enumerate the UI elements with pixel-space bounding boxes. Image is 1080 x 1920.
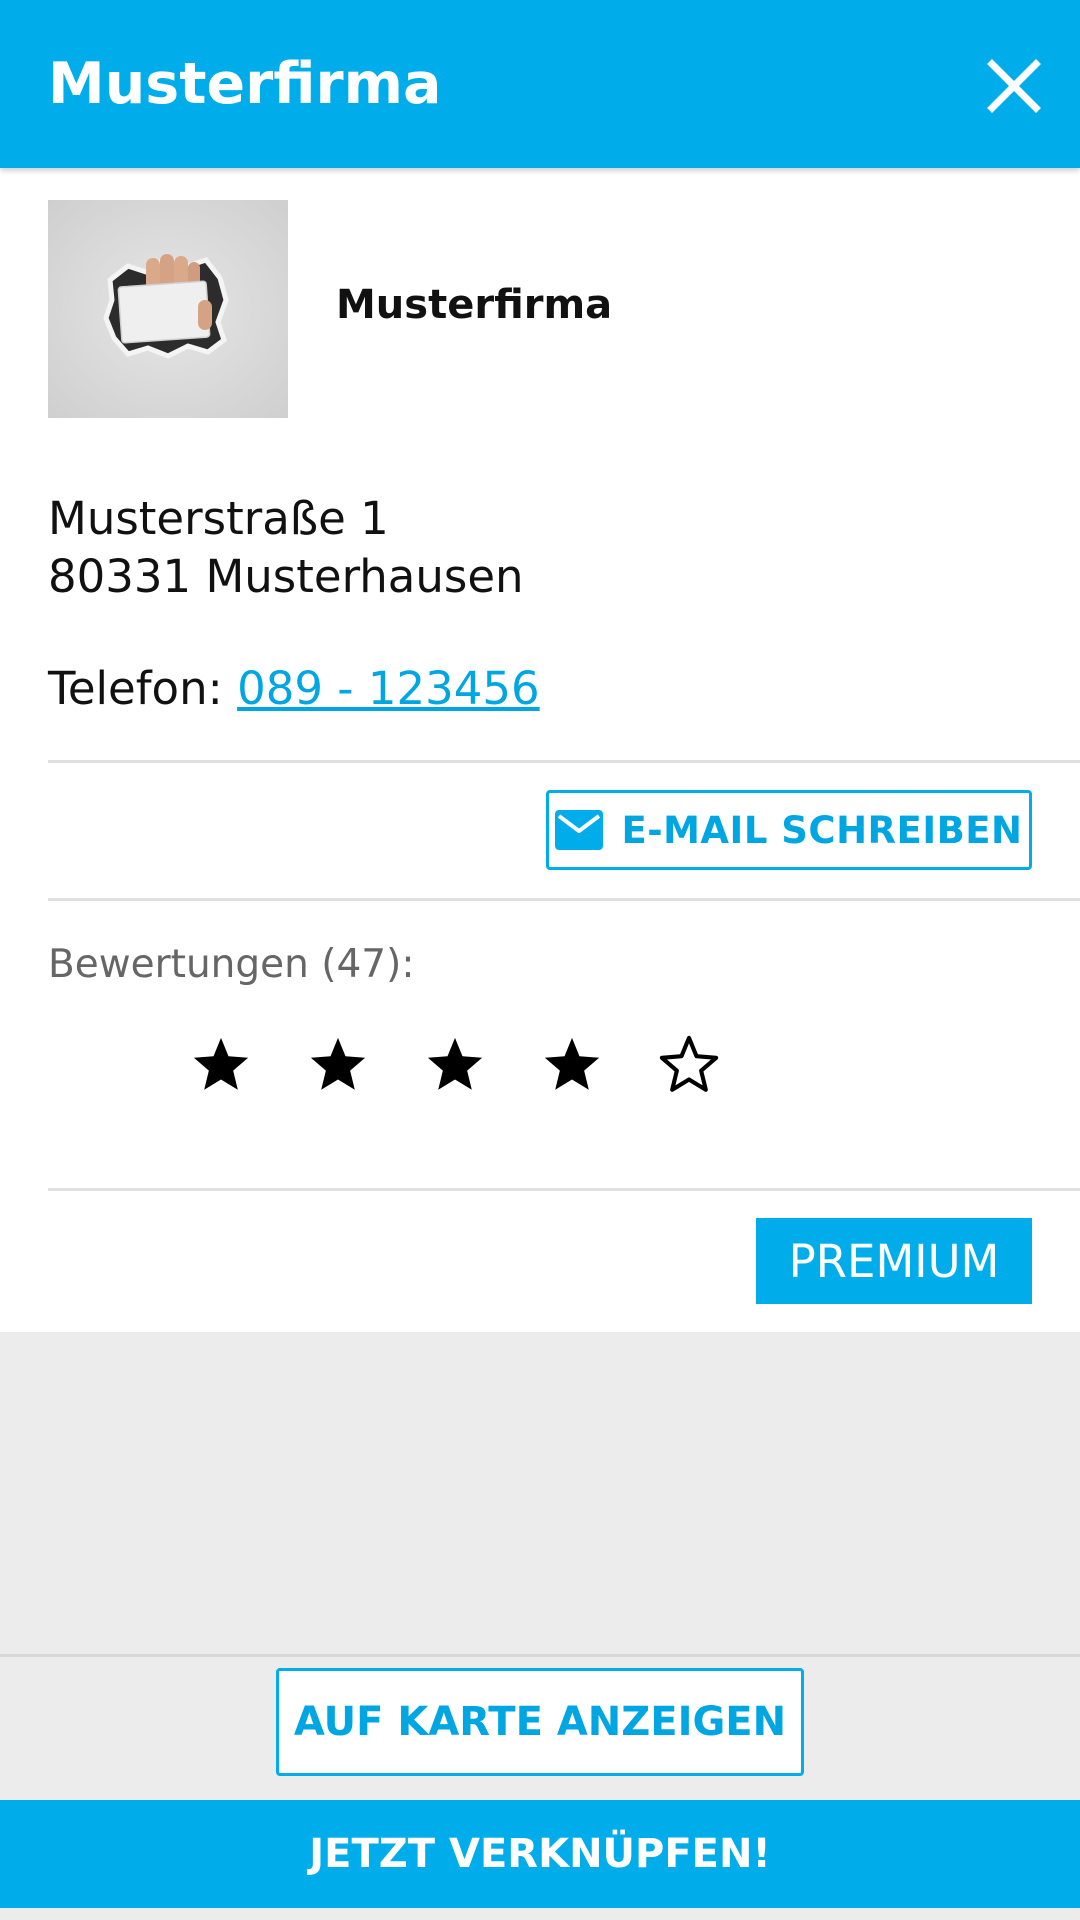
write-email-button[interactable]: E-MAIL SCHREIBEN [546,790,1032,870]
star-filled-icon [424,1034,486,1096]
close-icon [987,59,1041,113]
ratings-label: Bewertungen (47): [48,942,415,987]
address-block: Musterstraße 1 80331 Musterhausen [48,490,524,606]
mail-icon [555,810,604,850]
connect-now-button[interactable]: JETZT VERKNÜPFEN! [0,1800,1080,1908]
close-button[interactable] [978,50,1050,122]
phone-label: Telefon: [48,662,238,715]
app-root: Musterfirma Musterfirma Musterstraße 1 8… [0,0,1080,1920]
premium-button[interactable]: PREMIUM [756,1218,1032,1304]
phone-row: Telefon: 089 - 123456 [48,660,540,718]
show-on-map-label: AUF KARTE ANZEIGEN [293,1699,787,1745]
header-bar: Musterfirma [0,0,1080,168]
show-on-map-button[interactable]: AUF KARTE ANZEIGEN [276,1668,804,1776]
address-city: 80331 Musterhausen [48,550,524,603]
divider [48,1188,1080,1191]
company-name: Musterfirma [336,282,613,328]
divider [48,760,1080,763]
divider [48,898,1080,901]
star-filled-icon [190,1034,252,1096]
address-street: Musterstraße 1 [48,492,389,545]
page-title: Musterfirma [48,51,442,117]
phone-link[interactable]: 089 - 123456 [237,662,540,715]
star-empty-icon [658,1034,720,1096]
star-filled-icon [541,1034,603,1096]
company-image [48,200,288,418]
company-details-card: Musterfirma Musterstraße 1 80331 Musterh… [0,168,1080,1332]
bottom-divider [0,1654,1080,1657]
star-filled-icon [307,1034,369,1096]
write-email-label: E-MAIL SCHREIBEN [621,808,1023,852]
